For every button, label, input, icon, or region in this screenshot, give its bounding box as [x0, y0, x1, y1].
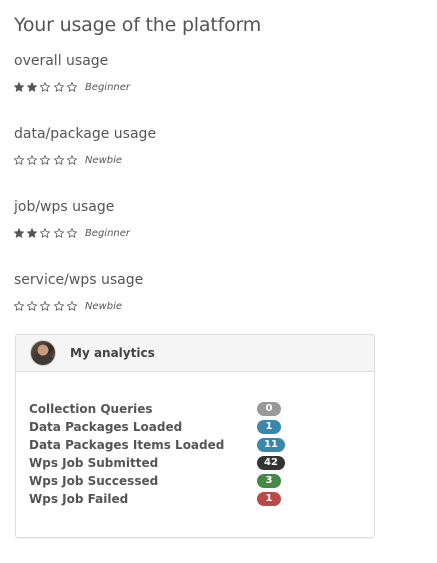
- stat-badge: 1: [257, 492, 281, 506]
- stars-container: [14, 82, 80, 92]
- star-filled-icon: [14, 82, 24, 92]
- analytics-title: My analytics: [70, 346, 155, 360]
- stat-badge: 3: [257, 474, 281, 488]
- analytics-panel-heading: My analytics: [16, 335, 374, 372]
- stat-label: Data Packages Items Loaded: [29, 438, 225, 452]
- star-empty-icon: [53, 301, 64, 311]
- stat-label: Data Packages Loaded: [29, 420, 183, 434]
- star-empty-icon: [27, 301, 38, 311]
- usage-label: job/wps usage: [14, 199, 115, 215]
- analytics-stats: Collection Queries 0 Data Packages Loade…: [29, 400, 359, 508]
- stars-container: [14, 155, 80, 165]
- usage-data-package: data/package usage Newbie: [14, 125, 414, 167]
- stat-badge: 42: [257, 456, 285, 470]
- stat-badge: 1: [257, 420, 281, 434]
- star-rating: Newbie: [14, 153, 414, 167]
- usage-label: overall usage: [14, 53, 109, 69]
- stat-row: Data Packages Items Loaded 11: [29, 436, 359, 454]
- level-label: Beginner: [84, 81, 131, 93]
- user-avatar: [30, 340, 56, 366]
- star-empty-icon: [66, 301, 77, 311]
- level-label: Newbie: [84, 154, 123, 166]
- stat-row: Data Packages Loaded 1: [29, 418, 359, 436]
- star-empty-icon: [40, 301, 51, 311]
- star-filled-icon: [27, 82, 38, 92]
- stat-label: Wps Job Submitted: [29, 456, 159, 470]
- usage-page: Your usage of the platform overall usage…: [0, 0, 437, 563]
- stat-row: Wps Job Failed 1: [29, 490, 359, 508]
- stat-row: Collection Queries 0: [29, 400, 359, 418]
- star-filled-icon: [14, 228, 24, 238]
- usage-label: service/wps usage: [14, 272, 144, 288]
- star-empty-icon: [53, 82, 64, 92]
- analytics-panel: My analytics Collection Queries 0 Data P…: [15, 334, 375, 538]
- stat-row: Wps Job Submitted 42: [29, 454, 359, 472]
- stat-badge: 11: [257, 438, 285, 452]
- star-empty-icon: [40, 228, 51, 238]
- star-rating: Beginner: [14, 226, 414, 240]
- stars-container: [14, 228, 80, 238]
- star-empty-icon: [40, 155, 51, 165]
- star-empty-icon: [14, 301, 24, 311]
- page-title: Your usage of the platform: [14, 14, 262, 36]
- stat-badge: 0: [257, 402, 281, 416]
- star-empty-icon: [53, 155, 64, 165]
- stat-label: Collection Queries: [29, 402, 153, 416]
- star-rating: Beginner: [14, 80, 414, 94]
- level-label: Beginner: [84, 227, 131, 239]
- star-empty-icon: [14, 155, 24, 165]
- stat-label: Wps Job Failed: [29, 492, 129, 506]
- stat-row: Wps Job Successed 3: [29, 472, 359, 490]
- stars-container: [14, 301, 80, 311]
- stat-label: Wps Job Successed: [29, 474, 159, 488]
- star-empty-icon: [66, 228, 77, 238]
- star-empty-icon: [53, 228, 64, 238]
- level-label: Newbie: [84, 300, 123, 312]
- star-rating: Newbie: [14, 299, 414, 313]
- usage-overall: overall usage Beginner: [14, 52, 414, 94]
- star-filled-icon: [27, 228, 38, 238]
- usage-job-wps: job/wps usage Beginner: [14, 198, 414, 240]
- star-empty-icon: [27, 155, 38, 165]
- star-empty-icon: [40, 82, 51, 92]
- star-empty-icon: [66, 155, 77, 165]
- star-empty-icon: [66, 82, 77, 92]
- usage-label: data/package usage: [14, 126, 157, 142]
- usage-service-wps: service/wps usage Newbie: [14, 271, 414, 313]
